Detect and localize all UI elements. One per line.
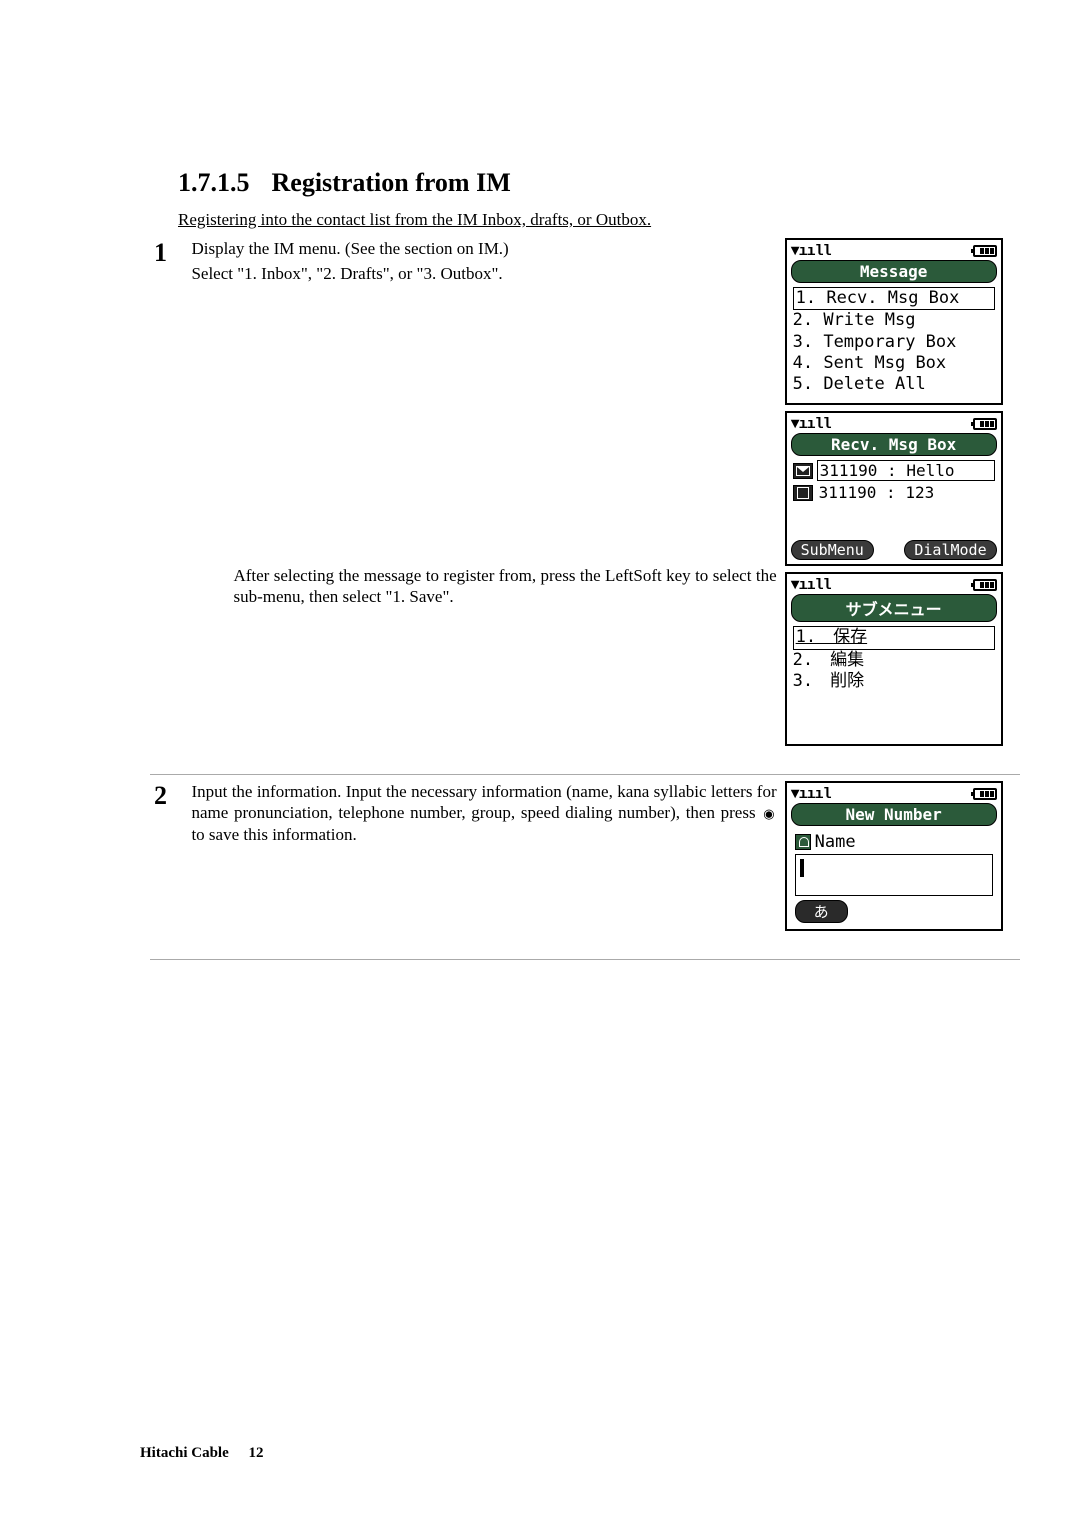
- softkey-submenu[interactable]: SubMenu: [791, 540, 874, 560]
- message-text: 311190 : Hello: [817, 460, 995, 481]
- menu-item-temporary-box[interactable]: 3. Temporary Box: [793, 332, 995, 353]
- menu-item-recv-msg-box[interactable]: 1. Recv. Msg Box: [793, 287, 995, 310]
- phone-screen-recv-msg-box: ▼ııll Recv. Msg Box 311190 : Hello 31119…: [785, 411, 1003, 566]
- screen-title: Message: [791, 260, 997, 283]
- submenu-item-delete[interactable]: 3. 削除: [793, 671, 995, 692]
- step-number-1: 1: [150, 232, 187, 775]
- step2-desc-after: to save this information.: [191, 825, 356, 844]
- screen-title: サブメニュー: [791, 594, 997, 622]
- ime-mode-key[interactable]: あ: [795, 900, 848, 923]
- screen-title: New Number: [791, 803, 997, 826]
- softkey-dialmode[interactable]: DialMode: [904, 540, 996, 560]
- name-input[interactable]: [795, 854, 993, 896]
- submenu-item-save[interactable]: 1. 保存: [793, 626, 995, 649]
- signal-icon: ▼ııll: [791, 243, 831, 260]
- person-icon: [795, 834, 811, 850]
- battery-icon: [973, 788, 997, 800]
- step2-desc-before: Input the information. Input the necessa…: [191, 782, 776, 822]
- message-row[interactable]: 311190 : 123: [793, 483, 995, 502]
- step1-para2: After selecting the message to register …: [233, 565, 776, 608]
- battery-icon: [973, 245, 997, 257]
- submenu-item-edit[interactable]: 2. 編集: [793, 650, 995, 671]
- menu-item-write-msg[interactable]: 2. Write Msg: [793, 310, 995, 331]
- step1-line2: Select "1. Inbox", "2. Drafts", or "3. O…: [191, 263, 776, 284]
- phone-screen-new-number: ▼ıııl New Number Name あ: [785, 781, 1003, 931]
- heading-title: Registration from IM: [272, 168, 511, 197]
- menu-item-sent-msg-box[interactable]: 4. Sent Msg Box: [793, 353, 995, 374]
- signal-icon: ▼ııll: [791, 416, 831, 433]
- battery-icon: [973, 579, 997, 591]
- intro-text: Registering into the contact list from t…: [178, 210, 970, 230]
- phone-screen-message-menu: ▼ııll Message 1. Recv. Msg Box 2. Write …: [785, 238, 1003, 405]
- menu-item-delete-all[interactable]: 5. Delete All: [793, 374, 995, 395]
- envelope-icon: [793, 463, 813, 479]
- page-footer: Hitachi Cable 12: [140, 1445, 264, 1462]
- step1-line1: Display the IM menu. (See the section on…: [191, 238, 776, 259]
- phone-screen-submenu: ▼ııll サブメニュー 1. 保存 2. 編集 3. 削除: [785, 572, 1003, 746]
- document-icon: [793, 485, 813, 501]
- steps-table: 1 Display the IM menu. (See the section …: [150, 232, 1020, 960]
- screen-title: Recv. Msg Box: [791, 433, 997, 456]
- name-label: Name: [815, 832, 856, 852]
- center-key-icon: ◉: [763, 806, 774, 821]
- signal-icon: ▼ııll: [791, 577, 831, 594]
- footer-page-number: 12: [249, 1445, 264, 1461]
- signal-icon: ▼ıııl: [791, 786, 831, 803]
- heading-number: 1.7.1.5: [178, 168, 250, 198]
- message-text: 311190 : 123: [817, 483, 995, 502]
- footer-company: Hitachi Cable: [140, 1445, 229, 1461]
- step-number-2: 2: [150, 775, 187, 960]
- battery-icon: [973, 418, 997, 430]
- message-row[interactable]: 311190 : Hello: [793, 460, 995, 481]
